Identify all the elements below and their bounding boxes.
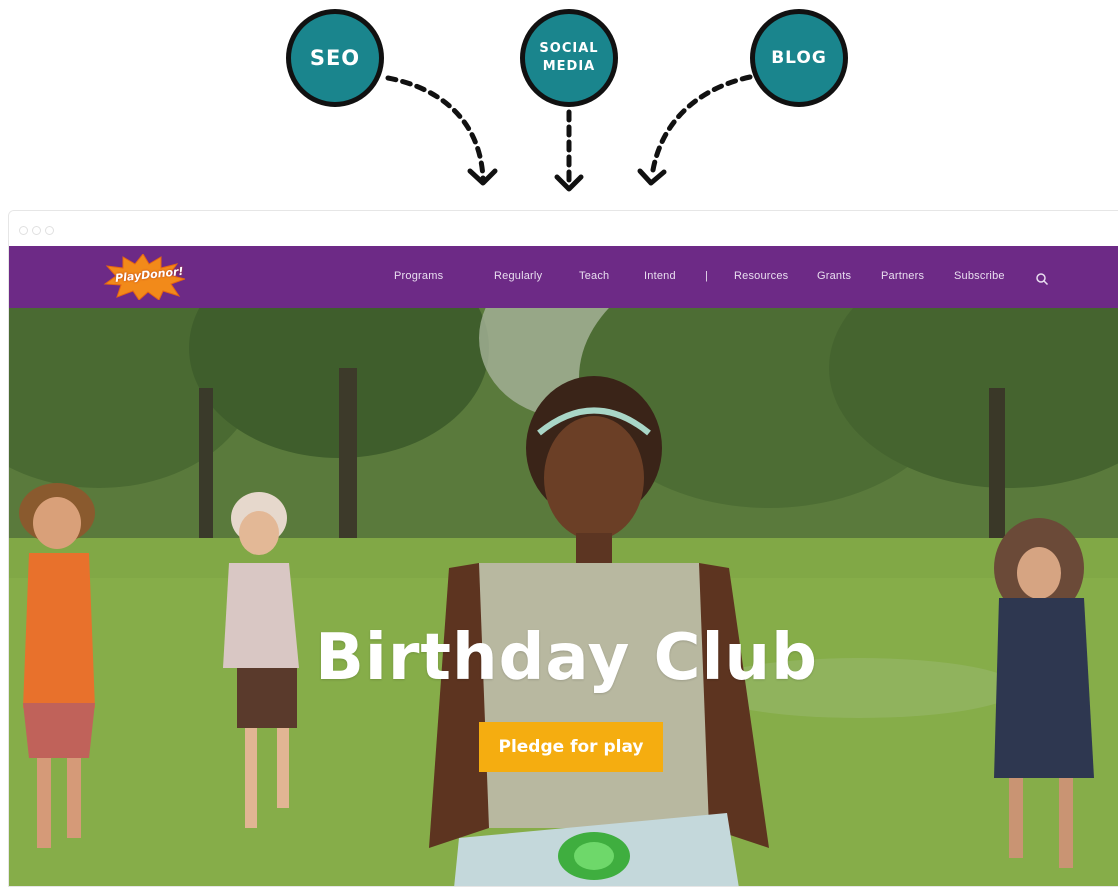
blog-arrow bbox=[649, 74, 753, 179]
browser-window: PlayDonor! Programs Regularly Teach Inte… bbox=[8, 210, 1118, 887]
pledge-button[interactable]: Pledge for play bbox=[479, 722, 663, 772]
site-navbar: PlayDonor! Programs Regularly Teach Inte… bbox=[9, 246, 1118, 308]
hero-banner: Birthday Club Pledge for play bbox=[9, 308, 1118, 886]
hero-photo bbox=[9, 308, 1118, 886]
window-close-dot[interactable] bbox=[19, 226, 28, 235]
blog-arrow-head bbox=[637, 168, 667, 186]
site-logo[interactable]: PlayDonor! bbox=[101, 253, 187, 301]
nav-programs[interactable]: Programs bbox=[394, 270, 443, 282]
seo-arrow bbox=[385, 75, 486, 181]
browser-titlebar bbox=[9, 211, 1118, 245]
nav-intend[interactable]: Intend bbox=[644, 270, 676, 282]
callout-arrows bbox=[385, 74, 753, 192]
nav-divider: | bbox=[705, 270, 709, 282]
nav-partners[interactable]: Partners bbox=[881, 270, 924, 282]
window-maximize-dot[interactable] bbox=[45, 226, 54, 235]
nav-subscribe[interactable]: Subscribe bbox=[954, 270, 1005, 282]
hero-title: Birthday Club bbox=[315, 621, 818, 695]
search-icon[interactable] bbox=[1035, 272, 1049, 286]
window-minimize-dot[interactable] bbox=[32, 226, 41, 235]
nav-grants[interactable]: Grants bbox=[817, 270, 851, 282]
nav-regularly[interactable]: Regularly bbox=[494, 270, 542, 282]
nav-teach[interactable]: Teach bbox=[579, 270, 609, 282]
nav-resources[interactable]: Resources bbox=[734, 270, 788, 282]
